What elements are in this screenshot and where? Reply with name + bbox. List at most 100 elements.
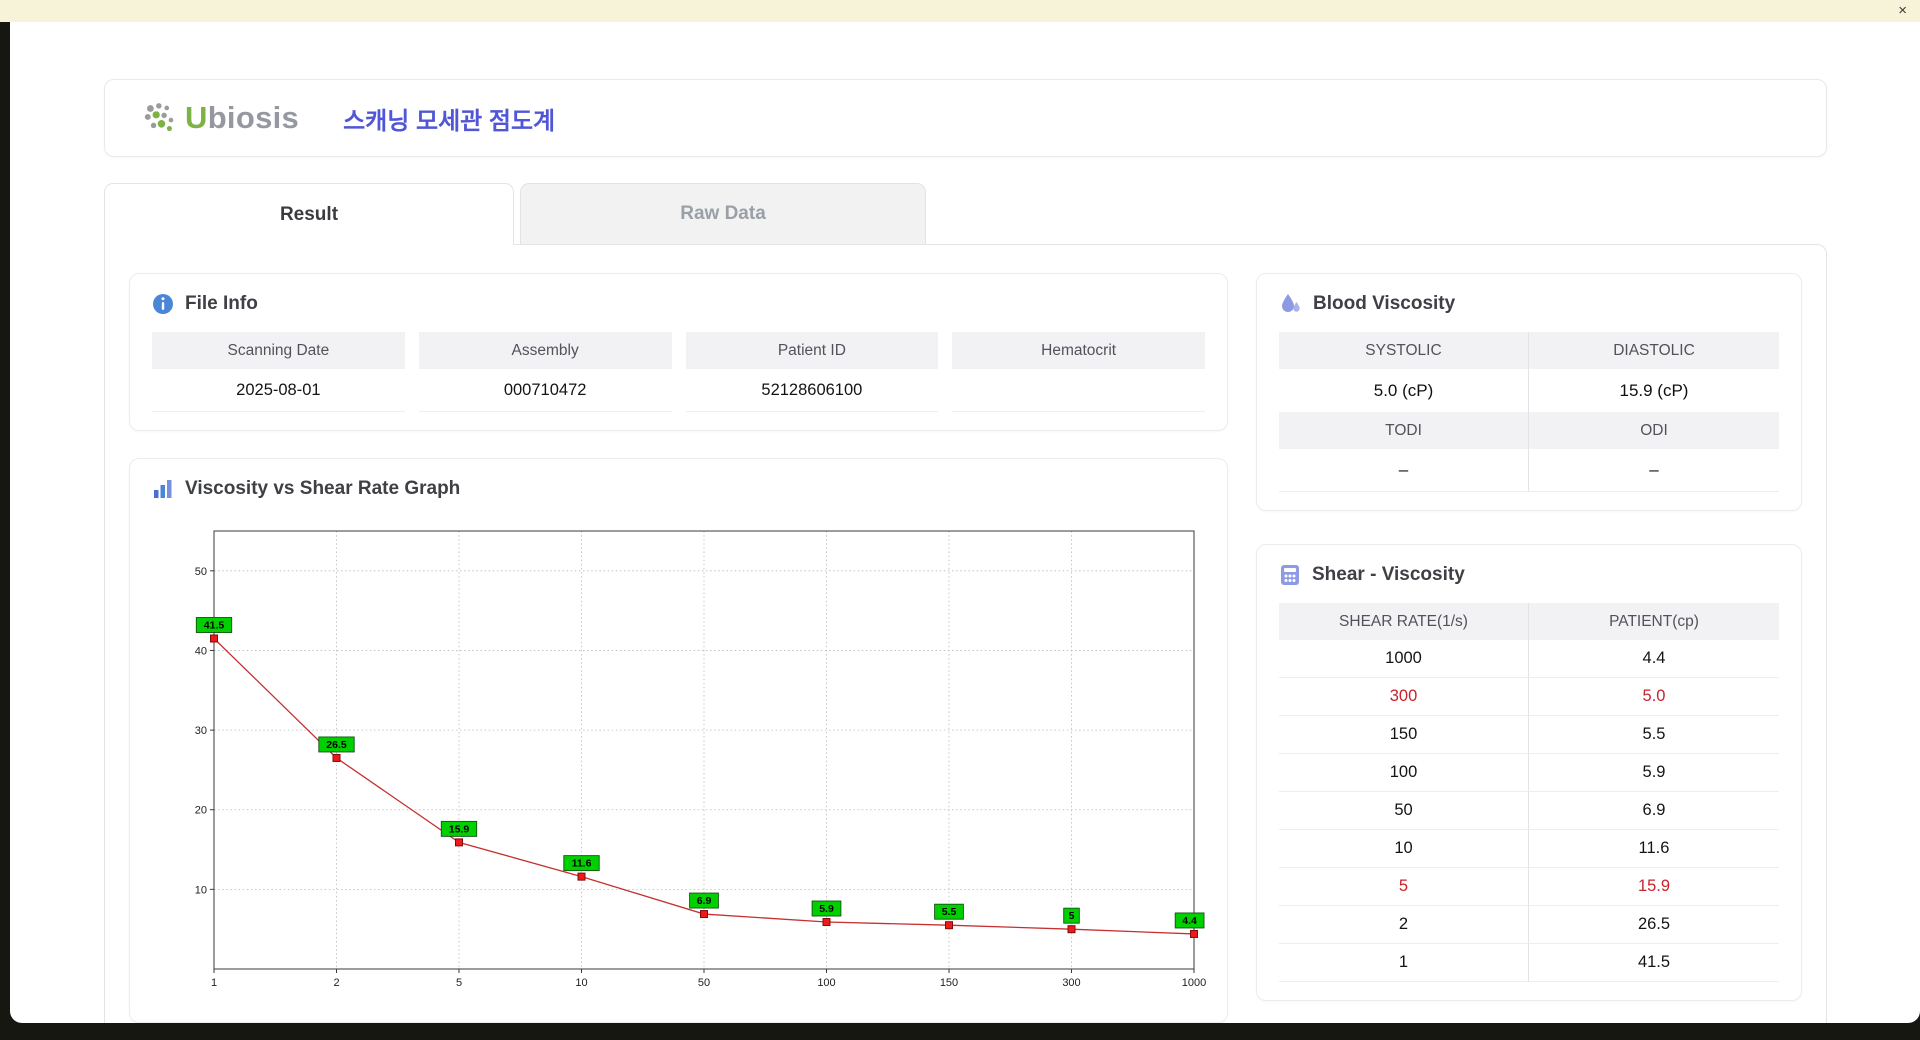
column-header-patient: PATIENT(cp) <box>1529 603 1779 640</box>
tab-result[interactable]: Result <box>104 183 514 245</box>
svg-text:150: 150 <box>940 977 958 989</box>
metric-label: TODI <box>1279 412 1529 449</box>
todi-value: – <box>1279 449 1529 492</box>
app-window: Ubiosis 스캐닝 모세관 점도계 Result Raw Data File… <box>10 22 1920 1023</box>
shear-rate-cell: 150 <box>1279 716 1529 754</box>
blood-viscosity-card: Blood Viscosity SYSTOLIC DIASTOLIC 5.0 (… <box>1256 273 1802 511</box>
svg-text:6.9: 6.9 <box>697 895 712 907</box>
tab-bar: Result Raw Data <box>104 183 1827 245</box>
shear-table-row: 1000 4.4 <box>1279 640 1779 678</box>
content-panel: File Info Scanning Date 2025-08-01 Assem… <box>104 244 1827 1023</box>
app-title: 스캐닝 모세관 점도계 <box>343 107 556 135</box>
shear-table-header: SHEAR RATE(1/s) PATIENT(cp) <box>1279 603 1779 640</box>
shear-table-row: 5 15.9 <box>1279 868 1779 906</box>
scanning-date-value: 2025-08-01 <box>152 369 405 412</box>
odi-value: – <box>1529 449 1779 492</box>
calculator-icon <box>1281 565 1299 585</box>
shear-rate-cell: 100 <box>1279 754 1529 792</box>
shear-rate-cell: 10 <box>1279 830 1529 868</box>
assembly-value: 000710472 <box>418 369 672 412</box>
svg-text:26.5: 26.5 <box>326 739 347 751</box>
column-header-shear-rate: SHEAR RATE(1/s) <box>1279 603 1529 640</box>
field-label: Scanning Date <box>152 332 405 369</box>
svg-text:10: 10 <box>195 884 207 896</box>
patient-viscosity-cell: 26.5 <box>1529 906 1779 944</box>
shear-rate-cell: 1 <box>1279 944 1529 982</box>
file-info-field: Patient ID 52128606100 <box>685 332 939 412</box>
point-label: 5.5 <box>934 903 964 920</box>
blood-viscosity-title: Blood Viscosity <box>1313 293 1456 314</box>
point-label: 15.9 <box>440 820 478 837</box>
bar-chart-icon <box>154 480 172 498</box>
shear-viscosity-title: Shear - Viscosity <box>1312 564 1465 585</box>
point-label: 5.9 <box>811 900 842 917</box>
svg-text:5.5: 5.5 <box>942 906 957 918</box>
point-label: 11.6 <box>563 855 600 872</box>
svg-text:5: 5 <box>1069 910 1075 922</box>
patient-viscosity-cell: 5.5 <box>1529 716 1779 754</box>
patient-viscosity-cell: 4.4 <box>1529 640 1779 678</box>
point-label: 41.5 <box>195 617 233 633</box>
svg-text:15.9: 15.9 <box>449 823 470 835</box>
file-info-card: File Info Scanning Date 2025-08-01 Assem… <box>129 273 1228 431</box>
systolic-value: 5.0 (cP) <box>1279 369 1529 412</box>
graph-card: Viscosity vs Shear Rate Graph 10 20 30 40 50… <box>129 458 1228 1023</box>
svg-text:5.9: 5.9 <box>819 903 834 915</box>
svg-text:10: 10 <box>575 977 587 989</box>
svg-text:50: 50 <box>698 977 710 989</box>
shear-table-row: 100 5.9 <box>1279 754 1779 792</box>
right-column: Blood Viscosity SYSTOLIC DIASTOLIC 5.0 (… <box>1256 273 1802 1023</box>
close-button[interactable]: × <box>1894 1 1911 21</box>
svg-text:50: 50 <box>195 566 207 578</box>
patient-viscosity-cell: 6.9 <box>1529 792 1779 830</box>
hematocrit-value <box>952 369 1205 412</box>
point-label: 6.9 <box>689 892 719 909</box>
svg-text:30: 30 <box>195 725 207 737</box>
file-info-title: File Info <box>185 293 258 314</box>
shear-table-row: 10 11.6 <box>1279 830 1779 868</box>
svg-text:1000: 1000 <box>1182 977 1206 989</box>
svg-text:11.6: 11.6 <box>572 858 592 870</box>
patient-viscosity-cell: 5.0 <box>1529 678 1779 716</box>
svg-text:40: 40 <box>195 645 207 657</box>
svg-text:2: 2 <box>333 977 339 989</box>
shear-rate-cell: 300 <box>1279 678 1529 716</box>
file-info-field: Scanning Date 2025-08-01 <box>152 332 405 412</box>
field-label: Patient ID <box>685 332 939 369</box>
diastolic-value: 15.9 (cP) <box>1619 380 1689 400</box>
ubiosis-logo: Ubiosis <box>143 100 299 136</box>
logo-rest: biosis <box>207 100 300 135</box>
svg-text:5: 5 <box>456 977 462 989</box>
graph-title: Viscosity vs Shear Rate Graph <box>185 478 461 499</box>
metric-label: DIASTOLIC <box>1529 332 1779 369</box>
logo-letter-u: U <box>185 100 208 135</box>
file-info-field: Hematocrit <box>952 332 1205 412</box>
shear-viscosity-card: Shear - Viscosity SHEAR RATE(1/s) PATIEN… <box>1256 544 1802 1001</box>
point-label: 4.4 <box>1174 912 1205 929</box>
svg-text:100: 100 <box>817 977 835 989</box>
point-label: 26.5 <box>318 736 355 753</box>
logo-leaf-icon <box>144 103 174 132</box>
logo-text: Ubiosis <box>185 100 299 136</box>
svg-text:20: 20 <box>195 805 207 817</box>
shear-table-row: 2 26.5 <box>1279 906 1779 944</box>
tab-raw-data[interactable]: Raw Data <box>520 183 926 244</box>
shear-table-row: 1 41.5 <box>1279 944 1779 982</box>
shear-rate-cell: 1000 <box>1279 640 1529 678</box>
shear-table-row: 150 5.5 <box>1279 716 1779 754</box>
shear-rate-cell: 5 <box>1279 868 1529 906</box>
left-column: File Info Scanning Date 2025-08-01 Assem… <box>129 273 1228 1023</box>
metric-label: ODI <box>1529 412 1779 449</box>
file-info-fields: Scanning Date 2025-08-01 Assembly 000710… <box>152 332 1205 412</box>
metric-label: SYSTOLIC <box>1279 332 1529 369</box>
svg-text:4.4: 4.4 <box>1182 915 1197 927</box>
field-label: Assembly <box>418 332 672 369</box>
shear-table-row: 300 5.0 <box>1279 678 1779 716</box>
svg-text:300: 300 <box>1062 977 1080 989</box>
window-titlebar: × <box>0 0 1920 22</box>
droplet-icon <box>1282 294 1300 312</box>
svg-text:1: 1 <box>211 977 217 989</box>
patient-viscosity-cell: 5.9 <box>1529 754 1779 792</box>
blood-viscosity-table: SYSTOLIC DIASTOLIC 5.0 (cP) 15.9 (cP) TO… <box>1279 332 1779 492</box>
shear-rate-cell: 2 <box>1279 906 1529 944</box>
